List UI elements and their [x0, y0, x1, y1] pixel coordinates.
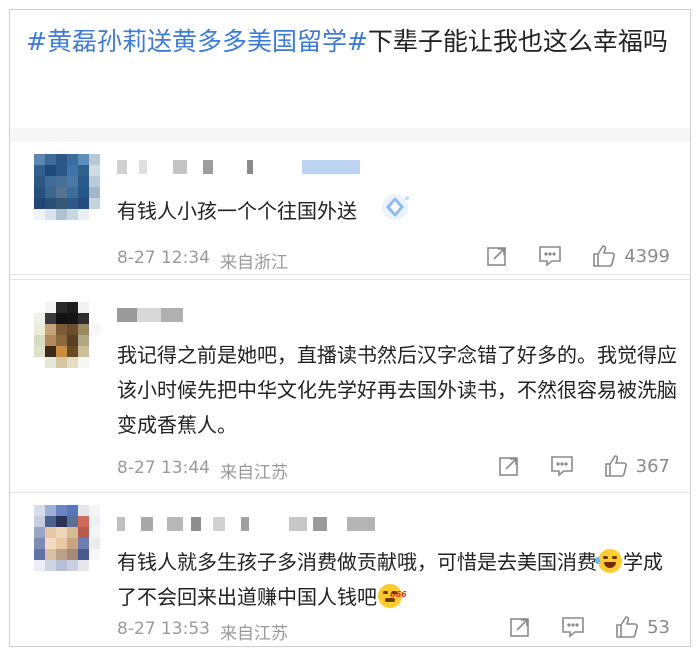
comment-date: 8-27 13:53 [117, 619, 210, 639]
like-count: 53 [647, 616, 670, 638]
avatar[interactable] [34, 154, 100, 220]
comment-item: 有钱人就多生孩子多消费做贡献哦，可惜是去美国消费 学成了不会回来出道赚中国人钱吧 6… [10, 493, 690, 646]
comment-actions: 4399 [486, 244, 670, 268]
comment-meta: 8-27 13:44 来自江苏 [117, 458, 288, 483]
comment-text: 有钱人就多生孩子多消费做贡献哦，可惜是去美国消费 学成了不会回来出道赚中国人钱吧 6… [117, 545, 677, 615]
like-count: 4399 [624, 245, 670, 267]
comment-meta: 8-27 12:34 来自浙江 [117, 248, 288, 273]
comment-date: 8-27 13:44 [117, 458, 210, 478]
comment-meta: 8-27 13:53 来自江苏 [117, 619, 288, 644]
post-title-text: 下辈子能让我也这么幸福吗 [367, 27, 668, 56]
comment-text: 有钱人小孩一个个往国外送 [117, 192, 677, 233]
avatar[interactable] [34, 505, 100, 571]
comment-icon[interactable] [550, 455, 574, 477]
thumbs-up-icon [616, 616, 639, 638]
comment-location: 来自江苏 [219, 463, 288, 483]
thumbs-up-icon [604, 455, 627, 477]
avatar[interactable] [34, 302, 100, 368]
comment-actions: 367 [498, 454, 670, 478]
post-title: #黄磊孙莉送黄多多美国留学#下辈子能让我也这么幸福吗 [26, 24, 676, 60]
like-count: 367 [635, 455, 670, 477]
comment-icon[interactable] [538, 245, 562, 267]
comment-text: 我记得之前是她吧，直播读书然后汉字念错了好多的。我觉得应该小时候先把中华文化先学… [117, 338, 677, 443]
weibo-comment-screenshot: #黄磊孙莉送黄多多美国留学#下辈子能让我也这么幸福吗 有钱人小孩一个个往国外送 [9, 9, 691, 647]
like-button[interactable]: 4399 [592, 244, 670, 268]
hashtag-link[interactable]: #黄磊孙莉送黄多多美国留学# [26, 27, 368, 56]
comment-divider [10, 274, 690, 275]
share-icon[interactable] [498, 455, 520, 477]
comment-body: 有钱人就多生孩子多消费做贡献哦，可惜是去美国消费 [117, 550, 597, 574]
like-button[interactable]: 53 [615, 615, 670, 639]
comment-item: 有钱人小孩一个个往国外送 8-27 12:34 来自浙江 4399 [10, 142, 690, 274]
comment-icon[interactable] [561, 616, 585, 638]
comment-body: 我记得之前是她吧，直播读书然后汉字念错了好多的。我觉得应该小时候先把中华文化先学… [117, 343, 677, 437]
share-icon[interactable] [509, 616, 531, 638]
666-emoji: 666 [378, 584, 407, 608]
comment-date: 8-27 12:34 [117, 248, 210, 268]
laughing-tears-emoji [595, 549, 622, 573]
thumbs-up-icon [593, 245, 616, 267]
diamond-badge-icon [377, 192, 413, 233]
comment-location: 来自江苏 [219, 624, 288, 644]
share-icon[interactable] [486, 245, 508, 267]
comment-item: 我记得之前是她吧，直播读书然后汉字念错了好多的。我觉得应该小时候先把中华文化先学… [10, 280, 690, 483]
section-gap [10, 128, 690, 142]
comment-location: 来自浙江 [219, 253, 288, 273]
comment-actions: 53 [509, 615, 670, 639]
comment-body: 有钱人小孩一个个往国外送 [117, 199, 357, 223]
like-button[interactable]: 367 [604, 454, 670, 478]
